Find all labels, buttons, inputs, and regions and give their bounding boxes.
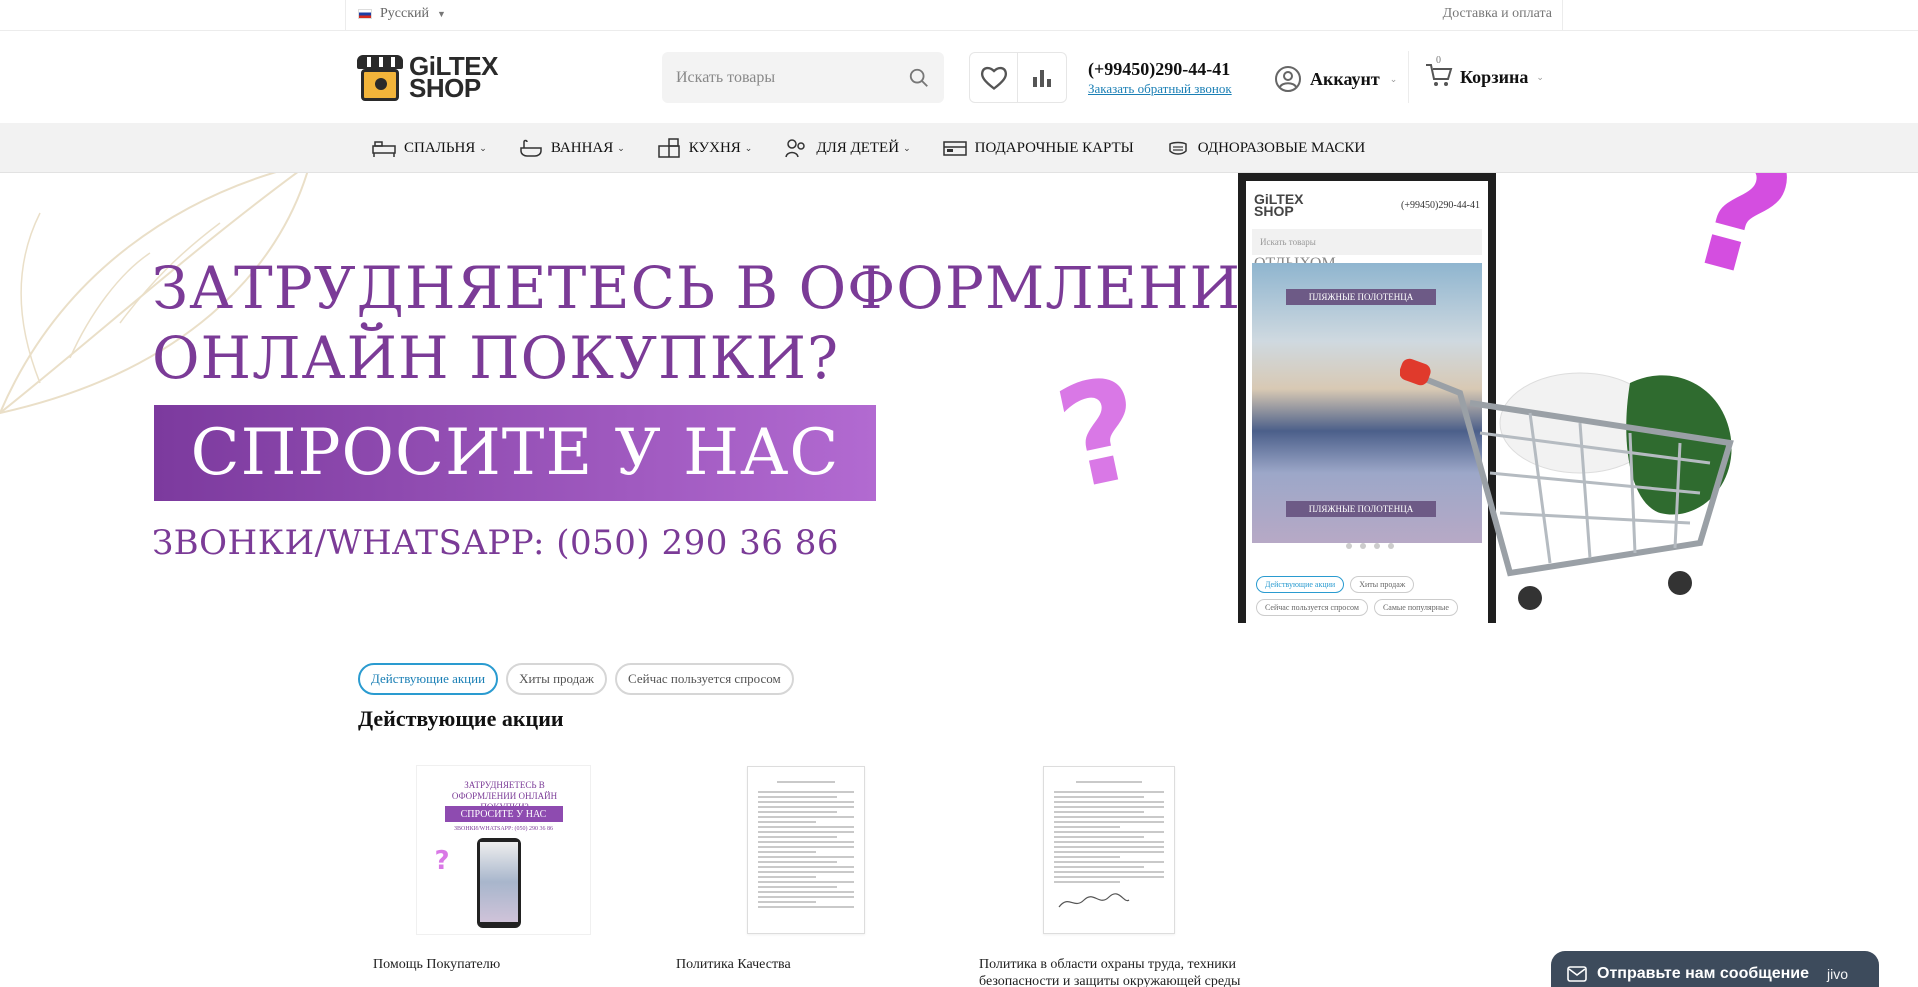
search-icon[interactable]: [908, 67, 930, 89]
search-box: [662, 52, 944, 103]
bathtub-icon: [520, 139, 542, 157]
nav-label: СПАЛЬНЯ: [404, 139, 476, 156]
cart-label: Корзина: [1460, 67, 1529, 87]
shop-logo-icon: [357, 51, 403, 103]
chat-label: Отправьте нам сообщение: [1597, 964, 1810, 982]
jivo-logo: jivo: [1827, 965, 1849, 982]
tab-bestsellers[interactable]: Хиты продаж: [506, 663, 608, 695]
document-thumbnail-icon: [747, 766, 865, 934]
nav-item-masks[interactable]: ОДНОРАЗОВЫЕ МАСКИ: [1166, 138, 1365, 158]
nav-item-gift-cards[interactable]: ПОДАРОЧНЫЕ КАРТЫ: [942, 138, 1134, 158]
gift-card-icon: [942, 141, 967, 156]
bar-chart-icon: [1033, 69, 1051, 87]
mock-search: Искать товары: [1252, 229, 1482, 255]
promo-thumbnail[interactable]: [661, 760, 951, 940]
mini-phone-icon: [476, 838, 521, 928]
language-selector[interactable]: Русский ▼: [358, 6, 446, 22]
mini-ask-box: СПРОСИТЕ У НАС: [444, 806, 563, 822]
top-bar: Русский ▼ Доставка и оплата: [0, 0, 1918, 31]
compare-button[interactable]: [1018, 52, 1067, 103]
tab-in-demand[interactable]: Сейчас пользуется спросом: [615, 663, 794, 695]
envelope-icon: [1567, 965, 1587, 982]
signature-icon: [1058, 893, 1130, 908]
mock-pill: Действующие акции: [1256, 576, 1345, 593]
header-divider: [1408, 51, 1409, 103]
nav-items: СПАЛЬНЯ ⌄ ВАННАЯ ⌄ КУХНЯ ⌄ ДЛЯ ДЕТЕЙ ⌄ П…: [372, 123, 1397, 173]
mock-label-1: ПЛЯЖНЫЕ ПОЛОТЕНЦА: [1286, 289, 1436, 305]
site-header: GiLTEX SHOP (+99450)290-44-41 Заказать о…: [0, 31, 1918, 123]
delivery-link[interactable]: Доставка и оплата: [1443, 6, 1552, 22]
promo-card[interactable]: Политика в области охраны труда, техники…: [964, 760, 1254, 987]
top-bar-inner: Русский ▼ Доставка и оплата: [345, 0, 1563, 31]
tab-current-promotions[interactable]: Действующие акции: [358, 663, 499, 695]
nav-label: ВАННАЯ: [550, 139, 614, 156]
nav-label: КУХНЯ: [688, 139, 741, 156]
language-label: Русский: [380, 6, 429, 21]
nav-label: ОДНОРАЗОВЫЕ МАСКИ: [1197, 139, 1366, 156]
mini-calls: ЗВОНКИ/WHATSAPP: (050) 290 36 86: [453, 826, 553, 832]
kitchen-icon: [658, 138, 680, 158]
banner-calls-text: ЗВОНКИ/WHATSAPP: (050) 290 36 86: [152, 523, 840, 563]
hero-banner[interactable]: ЗАТРУДНЯЕТЕСЬ В ОФОРМЛЕНИИ ОНЛАЙН ПОКУПК…: [0, 173, 1918, 623]
callback-link[interactable]: Заказать обратный звонок: [1088, 81, 1232, 97]
chevron-down-icon: ⌄: [617, 142, 625, 153]
nav-label: ПОДАРОЧНЫЕ КАРТЫ: [974, 139, 1134, 156]
ask-us-box: СПРОСИТЕ У НАС: [154, 405, 876, 501]
promo-caption[interactable]: Политика Качества: [661, 956, 946, 973]
question-mark-icon: ?: [1666, 173, 1813, 321]
nav-item-bathroom[interactable]: ВАННАЯ ⌄: [519, 138, 625, 158]
heart-icon: [980, 66, 1007, 90]
phone-number[interactable]: (+99450)290-44-41: [1088, 59, 1232, 80]
chevron-down-icon: ⌄: [903, 142, 911, 153]
chevron-down-icon: ⌄: [479, 142, 487, 153]
logo-text: GiLTEX SHOP: [409, 53, 498, 101]
nav-item-bedroom[interactable]: СПАЛЬНЯ ⌄: [372, 138, 487, 158]
chevron-down-icon: ▼: [437, 9, 446, 19]
mock-carousel-dots: [1346, 543, 1394, 549]
ask-us-text: СПРОСИТЕ У НАС: [190, 416, 840, 490]
question-mark-icon: ?: [434, 846, 450, 876]
contact-phone-block: (+99450)290-44-41 Заказать обратный звон…: [1088, 59, 1232, 97]
promo-card[interactable]: Политика Качества: [661, 760, 951, 973]
mask-icon: [1169, 141, 1187, 155]
promo-caption[interactable]: Политика в области охраны труда, техники…: [964, 956, 1249, 987]
cart-icon-wrap: 0: [1424, 55, 1454, 94]
promo-caption[interactable]: Помощь Покупателю: [358, 956, 643, 973]
mock-header: GiLTEX SHOP (+99450)290-44-41: [1246, 181, 1488, 229]
shopping-cart-illustration-icon: [1400, 358, 1734, 610]
nav-label: ДЛЯ ДЕТЕЙ: [816, 139, 900, 156]
product-tabs: Действующие акции Хиты продаж Сейчас пол…: [358, 663, 794, 695]
document-thumbnail-icon: [1043, 766, 1175, 934]
chevron-down-icon: ⌄: [1389, 73, 1398, 84]
promo-card[interactable]: ЗАТРУДНЯЕТЕСЬ В ОФОРМЛЕНИИ ОНЛАЙН ПОКУПК…: [358, 760, 648, 973]
main-navigation: СПАЛЬНЯ ⌄ ВАННАЯ ⌄ КУХНЯ ⌄ ДЛЯ ДЕТЕЙ ⌄ П…: [0, 123, 1918, 173]
account-menu[interactable]: Аккаунт ⌄: [1274, 65, 1397, 93]
section-title: Действующие акции: [358, 706, 564, 731]
cart-button[interactable]: 0 Корзина ⌄: [1424, 55, 1544, 94]
wishlist-button[interactable]: [969, 52, 1018, 103]
promo-thumbnail[interactable]: [964, 760, 1254, 940]
chevron-down-icon: ⌄: [1536, 72, 1544, 82]
kids-icon: [785, 139, 806, 158]
chat-widget[interactable]: Отправьте нам сообщение jivo: [1551, 951, 1879, 987]
russian-flag-icon: [358, 9, 372, 19]
chevron-down-icon: ⌄: [744, 142, 753, 153]
search-input[interactable]: [676, 68, 896, 87]
nav-item-kids[interactable]: ДЛЯ ДЕТЕЙ ⌄: [784, 138, 911, 158]
bed-icon: [372, 141, 396, 157]
cart-count-badge: 0: [1436, 55, 1441, 66]
mock-phone: (+99450)290-44-41: [1401, 199, 1480, 211]
site-logo[interactable]: GiLTEX SHOP: [357, 51, 498, 103]
promo-thumbnail[interactable]: ЗАТРУДНЯЕТЕСЬ В ОФОРМЛЕНИИ ОНЛАЙН ПОКУПК…: [358, 760, 648, 940]
mock-logo: GiLTEX SHOP: [1254, 192, 1304, 218]
mock-pill: Сейчас пользуется спросом: [1256, 599, 1368, 616]
account-label: Аккаунт: [1310, 68, 1380, 89]
user-circle-icon: [1275, 66, 1301, 92]
headline-line-1: ЗАТРУДНЯЕТЕСЬ В ОФОРМЛЕНИИ: [152, 254, 1293, 322]
nav-item-kitchen[interactable]: КУХНЯ ⌄: [657, 138, 753, 158]
mini-banner-image: ЗАТРУДНЯЕТЕСЬ В ОФОРМЛЕНИИ ОНЛАЙН ПОКУПК…: [415, 765, 591, 935]
